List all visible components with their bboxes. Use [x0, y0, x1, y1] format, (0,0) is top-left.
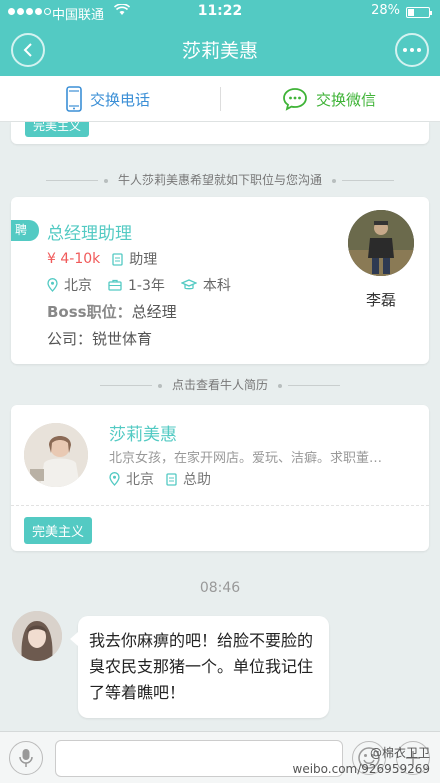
job-card[interactable]: 聘 总经理助理 ¥ 4-10k 助理 北京 1-3年 本科 Boss职位：总经理…	[11, 197, 429, 364]
job-city: 北京	[64, 278, 92, 294]
sender-avatar[interactable]	[12, 611, 62, 661]
document-icon	[166, 472, 177, 486]
job-position: 助理	[129, 252, 158, 268]
more-options-button[interactable]	[395, 33, 429, 67]
boss-position-row: Boss职位：总经理	[47, 301, 177, 322]
candidate-description: 北京女孩，在家开网店。爱玩、洁癖。求职董…	[109, 451, 383, 466]
boss-name: 李磊	[365, 291, 396, 309]
document-icon	[112, 252, 123, 266]
exchange-phone-label: 交换电话	[90, 90, 151, 109]
exchange-phone-button[interactable]: 交换电话	[66, 76, 150, 122]
company-name: 锐世体育	[92, 330, 153, 348]
resume-notice-text: 点击查看牛人简历	[171, 378, 268, 392]
exchange-wechat-label: 交换微信	[316, 90, 377, 109]
graduation-cap-icon	[180, 279, 197, 291]
watermark-name: @棉衣卫卫	[369, 746, 430, 760]
exchange-wechat-button[interactable]: 交换微信	[282, 76, 376, 122]
watermark: @棉衣卫卫 weibo.com/926959269	[150, 745, 430, 777]
previous-card: 完美主义	[11, 122, 429, 144]
location-icon	[47, 278, 58, 292]
message-timestamp: 08:46	[199, 580, 241, 596]
divider	[220, 87, 221, 111]
job-degree: 本科	[202, 278, 231, 294]
job-salary: ¥ 4-10k	[47, 251, 101, 267]
candidate-avatar[interactable]	[24, 423, 88, 487]
divider	[11, 505, 429, 506]
candidate-city: 北京	[126, 472, 154, 488]
candidate-tag: 完美主义	[24, 517, 93, 544]
briefcase-icon	[108, 279, 122, 291]
wechat-icon	[283, 88, 307, 111]
phone-icon	[66, 86, 82, 112]
location-icon	[109, 472, 120, 486]
exchange-bar: 交换电话 交换微信	[0, 76, 440, 122]
company-label: 公司：	[47, 330, 93, 348]
candidate-position: 总助	[183, 472, 211, 488]
chat-message-bubble[interactable]: 我去你麻痹的吧！给脸不要脸的臭农民支那猪一个。单位我记住了等着瞧吧！	[70, 616, 329, 718]
microphone-icon	[19, 749, 33, 767]
candidate-name: 莎莉美惠	[109, 425, 177, 445]
resume-notice: 点击查看牛人简历	[0, 376, 440, 393]
boss-avatar[interactable]	[348, 210, 414, 276]
resume-card[interactable]: 莎莉美惠 北京女孩，在家开网店。爱玩、洁癖。求职董… 北京 总助 完美主义	[11, 405, 429, 551]
boss-position-value: 总经理	[131, 303, 177, 321]
page-title: 莎莉美惠	[181, 40, 258, 62]
job-title: 总经理助理	[47, 224, 132, 244]
status-bar: 中国联通 11:22 28%	[0, 0, 440, 24]
hire-tag: 聘	[11, 220, 39, 241]
job-salary-row: ¥ 4-10k 助理	[47, 249, 157, 269]
job-experience: 1-3年	[128, 278, 165, 294]
boss-position-label: Boss职位：	[47, 303, 132, 321]
job-notice-text: 牛人莎莉美惠希望就如下职位与您沟通	[117, 173, 322, 187]
company-row: 公司：锐世体育	[47, 328, 152, 349]
candidate-meta: 北京 总助	[109, 469, 211, 489]
voice-input-button[interactable]	[9, 741, 43, 775]
job-requirements-row: 北京 1-3年 本科	[47, 275, 231, 295]
profile-tag: 完美主义	[25, 122, 90, 137]
battery-percent: 28%	[371, 3, 400, 18]
watermark-url: weibo.com/926959269	[292, 762, 430, 776]
battery-icon	[406, 7, 432, 18]
app-header: 中国联通 11:22 28% 莎莉美惠	[0, 0, 440, 76]
job-notice: 牛人莎莉美惠希望就如下职位与您沟通	[0, 171, 440, 188]
